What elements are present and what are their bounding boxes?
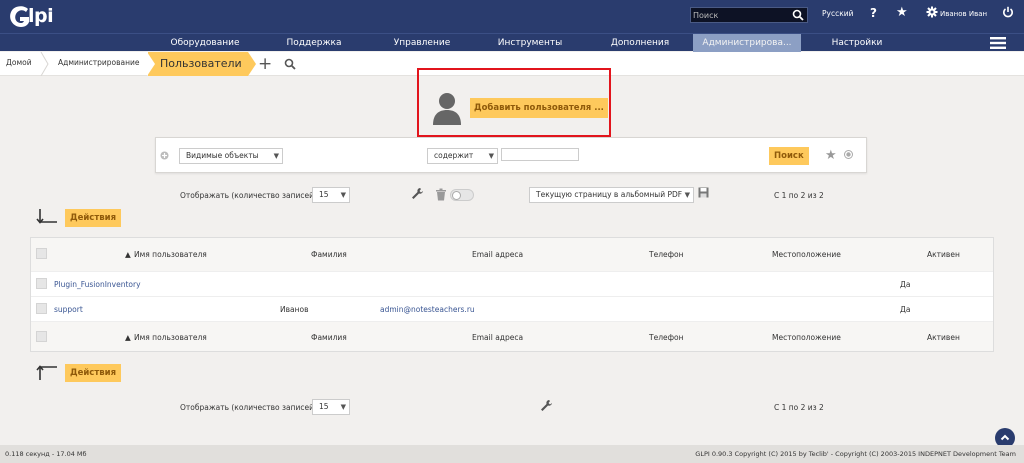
menu-hamburger-icon[interactable] [990,37,1006,49]
display-count-select[interactable]: 15 ▼ [312,187,350,203]
column-header-active[interactable]: Активен [927,250,960,259]
chevron-down-icon: ▼ [340,403,346,411]
footer-timing: 0.118 секунд - 17.04 Мб [5,450,87,458]
menu-item-plugins[interactable]: Дополнения [598,34,682,52]
star-icon[interactable]: ★ [896,5,908,20]
logo-text: lpi [28,5,54,27]
export-format-value: Текущую страницу в альбомный PDF [536,190,683,199]
actions-arrow-up-icon [36,365,57,380]
breadcrumb-arrow-icon [248,52,256,76]
toggle-knob [452,191,461,200]
power-icon[interactable] [1002,6,1014,18]
export-format-select[interactable]: Текущую страницу в альбомный PDF ▼ [529,187,694,203]
menu-item-assistance[interactable]: Поддержка [272,34,356,52]
criteria-field-value: Видимые объекты [186,151,259,160]
chevron-down-icon: ▼ [488,152,494,160]
menu-item-management[interactable]: Управление [380,34,464,52]
user-silhouette-icon [433,93,461,125]
criteria-operator-value: содержит [434,151,474,160]
help-icon[interactable]: ? [870,6,877,20]
search-list-icon[interactable] [284,58,296,70]
save-search-star-icon[interactable]: ★ [825,148,837,163]
add-plus-icon[interactable]: + [258,56,272,73]
wrench-icon[interactable] [540,399,553,412]
row-checkbox[interactable] [36,278,47,289]
table-row: support Иванов admin@notesteachers.ru Да [31,296,993,321]
select-all-checkbox[interactable] [36,331,47,342]
table-footer-header: ▲ Имя пользователя Фамилия Email адреса … [31,321,993,351]
criteria-field-select[interactable]: Видимые объекты ▼ [179,148,283,164]
display-count-value: 15 [319,402,329,411]
breadcrumb-administration[interactable]: Администрирование [58,58,140,67]
breadcrumb-current[interactable]: Пользователи [147,52,256,76]
footer-copyright[interactable]: GLPI 0.90.3 Copyright (C) 2015 by Teclib… [695,450,1016,458]
user-name[interactable]: Иванов Иван [940,10,987,18]
display-count-value: 15 [319,190,329,199]
global-search[interactable] [690,7,808,23]
chevron-down-icon: ▼ [684,191,690,199]
column-header-surname[interactable]: Фамилия [311,250,347,259]
select-all-checkbox[interactable] [36,248,47,259]
column-header-phone[interactable]: Телефон [649,333,684,342]
add-user-button[interactable]: Добавить пользователя ... [470,98,608,118]
criteria-value-input[interactable] [501,148,579,161]
actions-arrow-down-icon [36,209,57,224]
menu-item-tools[interactable]: Инструменты [488,34,572,52]
column-header-surname[interactable]: Фамилия [311,333,347,342]
glpi-logo-icon[interactable]: lpi [6,3,76,31]
breadcrumb-current-label: Пользователи [160,57,242,70]
display-count-label: Отображать (количество записей) [180,191,317,200]
reset-search-icon[interactable] [844,150,853,159]
user-active: Да [900,305,911,314]
column-header-login[interactable]: Имя пользователя [134,250,207,259]
chevron-down-icon: ▼ [273,152,279,160]
menu-item-assets[interactable]: Оборудование [160,34,250,52]
wrench-icon[interactable] [411,187,424,200]
user-active: Да [900,280,911,289]
language-selector[interactable]: Русский [822,9,854,18]
column-header-phone[interactable]: Телефон [649,250,684,259]
search-icon[interactable] [792,9,804,21]
chevron-down-icon: ▼ [340,191,346,199]
sort-asc-icon: ▲ [125,333,131,342]
global-search-input[interactable] [693,9,789,21]
menu-item-administration[interactable]: Администрирова... [693,34,801,52]
user-surname: Иванов [280,305,309,314]
search-button[interactable]: Поиск [769,147,809,165]
table-row: Plugin_FusionInventory Да [31,271,993,296]
row-checkbox[interactable] [36,303,47,314]
table-header: ▲ Имя пользователя Фамилия Email адреса … [31,238,993,271]
column-header-email[interactable]: Email адреса [472,333,523,342]
user-login-link[interactable]: Plugin_FusionInventory [54,280,141,289]
main-menu: Оборудование Поддержка Управление Инстру… [0,33,1024,52]
column-header-location[interactable]: Местоположение [772,333,841,342]
save-export-icon[interactable] [698,187,709,198]
breadcrumb-separator-icon [40,52,49,76]
breadcrumb-separator-icon [147,52,155,76]
add-criterion-icon[interactable] [160,151,169,160]
users-table: ▲ Имя пользователя Фамилия Email адреса … [30,237,994,352]
page-footer: 0.118 секунд - 17.04 Мб GLPI 0.90.3 Copy… [0,445,1024,463]
trash-icon[interactable] [435,188,447,201]
gear-icon[interactable] [926,6,938,18]
breadcrumb-home[interactable]: Домой [6,58,32,67]
search-criteria-panel: Видимые объекты ▼ содержит ▼ Поиск ★ [155,137,867,173]
actions-button[interactable]: Действия [65,364,122,382]
deleted-toggle[interactable] [450,189,474,201]
pagination-info: С 1 по 2 из 2 [774,403,824,412]
criteria-operator-select[interactable]: содержит ▼ [427,148,498,164]
display-count-label: Отображать (количество записей) [180,403,317,412]
menu-item-setup[interactable]: Настройки [815,34,899,52]
pagination-info: С 1 по 2 из 2 [774,191,824,200]
column-header-email[interactable]: Email адреса [472,250,523,259]
top-header: lpi Русский ? ★ Иванов Иван [0,0,1024,33]
display-count-select[interactable]: 15 ▼ [312,399,350,415]
sort-asc-icon: ▲ [125,250,131,259]
column-header-login[interactable]: Имя пользователя [134,333,207,342]
column-header-active[interactable]: Активен [927,333,960,342]
actions-button[interactable]: Действия [65,209,122,227]
user-email: admin@notesteachers.ru [380,305,475,314]
user-login-link[interactable]: support [54,305,83,314]
column-header-location[interactable]: Местоположение [772,250,841,259]
